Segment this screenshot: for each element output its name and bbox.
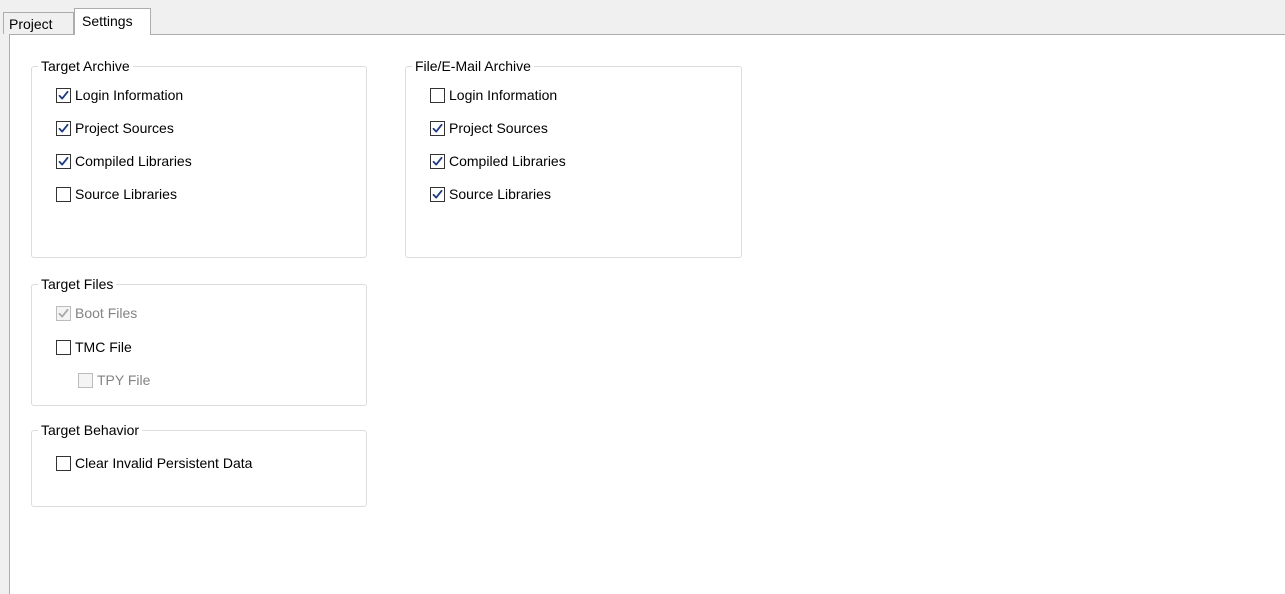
tab-settings[interactable]: Settings — [74, 8, 151, 35]
target-files-title: Target Files — [38, 276, 117, 292]
target-files-tmc-file[interactable]: TMC File — [56, 337, 132, 357]
target-archive-compiled-libraries[interactable]: Compiled Libraries — [56, 151, 192, 171]
file-email-archive-compiled-libraries[interactable]: Compiled Libraries — [430, 151, 566, 171]
checkbox-icon[interactable] — [56, 455, 71, 471]
checkmark-icon — [58, 123, 69, 132]
checkbox-label: Source Libraries — [75, 186, 177, 202]
target-files-boot-files[interactable]: Boot Files — [56, 303, 137, 323]
file-email-archive-project-sources[interactable]: Project Sources — [430, 118, 548, 138]
checkbox-label: TPY File — [97, 372, 151, 388]
target-behavior-title: Target Behavior — [38, 422, 143, 438]
checkbox-icon[interactable] — [430, 120, 445, 136]
checkbox-icon[interactable] — [56, 120, 71, 136]
checkbox-icon[interactable] — [56, 339, 71, 355]
target-behavior-group: Target Behavior Clear Invalid Persistent… — [31, 422, 367, 507]
checkbox-label: Compiled Libraries — [75, 153, 192, 169]
tab-project[interactable]: Project — [3, 12, 74, 34]
tab-project-label: Project — [9, 16, 53, 32]
checkbox-icon[interactable] — [56, 153, 71, 169]
checkmark-icon — [58, 90, 69, 99]
checkbox-label: Source Libraries — [449, 186, 551, 202]
checkbox-icon[interactable] — [56, 305, 71, 321]
tab-strip: Project Settings — [0, 0, 1285, 35]
checkbox-icon[interactable] — [56, 87, 71, 103]
target-archive-source-libraries[interactable]: Source Libraries — [56, 184, 177, 204]
checkmark-icon — [58, 308, 69, 317]
checkmark-icon — [432, 189, 443, 198]
checkbox-label: TMC File — [75, 339, 132, 355]
checkmark-icon — [432, 156, 443, 165]
target-archive-group: Target Archive Login Information Project… — [31, 58, 367, 258]
checkbox-icon[interactable] — [430, 153, 445, 169]
file-email-archive-title: File/E-Mail Archive — [412, 58, 534, 74]
checkbox-label: Login Information — [449, 87, 558, 103]
checkbox-label: Compiled Libraries — [449, 153, 566, 169]
tab-settings-label: Settings — [82, 13, 133, 29]
checkbox-label: Boot Files — [75, 305, 138, 321]
checkbox-icon[interactable] — [78, 372, 93, 388]
settings-panel: Target Archive Login Information Project… — [9, 34, 1285, 594]
file-email-archive-login-information[interactable]: Login Information — [430, 85, 557, 105]
checkmark-icon — [432, 123, 443, 132]
target-files-tpy-file[interactable]: TPY File — [78, 370, 150, 390]
checkbox-label: Project Sources — [449, 120, 548, 136]
checkbox-icon[interactable] — [430, 87, 445, 103]
checkbox-label: Project Sources — [75, 120, 174, 136]
checkbox-icon[interactable] — [430, 186, 445, 202]
checkmark-icon — [58, 156, 69, 165]
target-archive-login-information[interactable]: Login Information — [56, 85, 183, 105]
target-archive-project-sources[interactable]: Project Sources — [56, 118, 174, 138]
checkbox-icon[interactable] — [56, 186, 71, 202]
file-email-archive-source-libraries[interactable]: Source Libraries — [430, 184, 551, 204]
file-email-archive-group: File/E-Mail Archive Login Information Pr… — [405, 58, 742, 258]
checkbox-label: Login Information — [75, 87, 184, 103]
checkbox-label: Clear Invalid Persistent Data — [75, 455, 253, 471]
target-files-group: Target Files Boot Files TMC File TPY Fil… — [31, 276, 367, 406]
target-behavior-clear-invalid-persistent-data[interactable]: Clear Invalid Persistent Data — [56, 453, 252, 473]
target-archive-title: Target Archive — [38, 58, 133, 74]
